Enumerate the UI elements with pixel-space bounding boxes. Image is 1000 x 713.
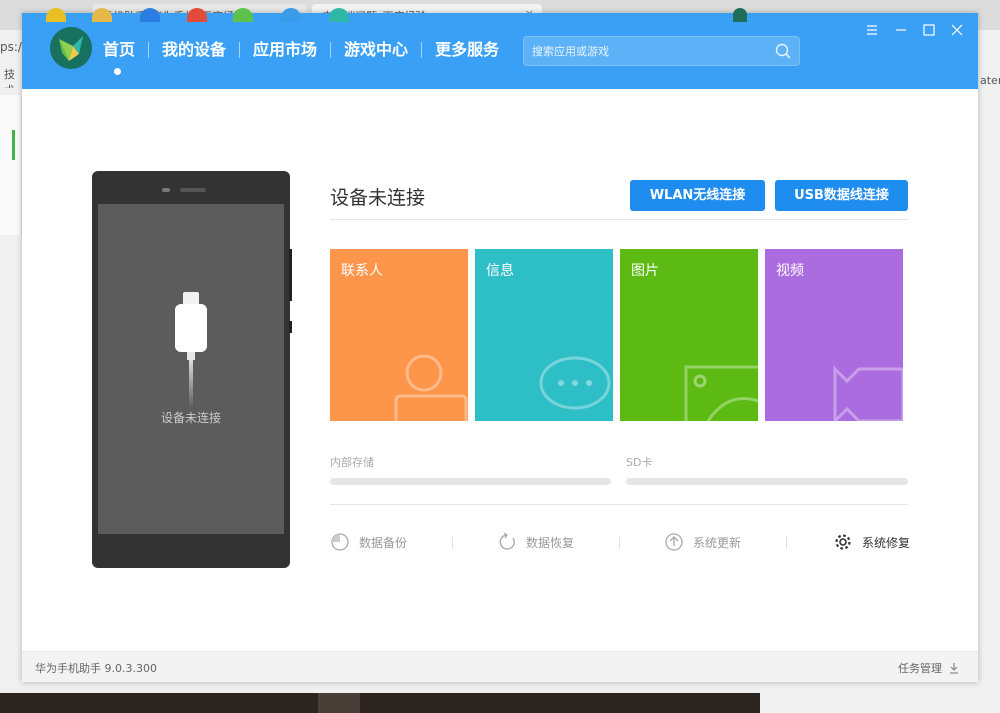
main-nav: 首页 我的设备 应用市场 游戏中心 更多服务 (103, 39, 512, 75)
maximize-icon[interactable] (921, 22, 937, 38)
browser-bookmark[interactable]: 技术 (0, 66, 22, 88)
send-icon[interactable] (281, 8, 301, 22)
tile-messages[interactable]: 信息 (475, 249, 613, 421)
phone-side-button (289, 321, 292, 333)
app-window: 首页 我的设备 应用市场 游戏中心 更多服务 搜索应用或游戏 设备未连接 设备未… (22, 13, 978, 682)
taskbar (0, 693, 760, 713)
background-page-marker (12, 130, 15, 160)
system-update-button[interactable]: 系统更新 (664, 532, 741, 552)
data-backup-button[interactable]: 数据备份 (330, 532, 407, 552)
search-input[interactable] (524, 37, 764, 65)
data-restore-button[interactable]: 数据恢复 (497, 532, 574, 552)
nav-item-label: 更多服务 (435, 40, 500, 59)
nav-item-app-market[interactable]: 应用市场 (240, 39, 330, 61)
app-icon[interactable] (46, 8, 66, 22)
tool-label: 系统修复 (862, 535, 911, 550)
divider (330, 219, 908, 220)
phone-camera (162, 188, 170, 192)
usb-cable-icon (175, 292, 207, 408)
restore-icon (499, 532, 515, 550)
tile-contacts[interactable]: 联系人 (330, 249, 468, 421)
nav-item-label: 游戏中心 (344, 40, 409, 59)
tray-icon[interactable] (733, 8, 747, 22)
usb-connect-button[interactable]: USB数据线连接 (775, 180, 908, 211)
status-bar: 华为手机助手 9.0.3.300 任务管理 (22, 651, 978, 682)
update-icon (665, 533, 683, 551)
nav-item-label: 应用市场 (253, 40, 318, 59)
phone-speaker (180, 188, 206, 192)
tool-divider (786, 537, 787, 549)
message-icon (539, 356, 611, 410)
app-header: 首页 我的设备 应用市场 游戏中心 更多服务 (22, 13, 978, 89)
download-icon (950, 663, 958, 674)
phone-status-text: 设备未连接 (160, 411, 221, 425)
nav-item-label: 我的设备 (162, 40, 227, 59)
tile-label: 视频 (776, 263, 804, 279)
nav-item-more-services[interactable]: 更多服务 (422, 39, 512, 61)
internal-storage-label: 内部存储 (330, 456, 374, 469)
chat-icon[interactable] (233, 8, 253, 22)
minimize-icon[interactable] (893, 22, 909, 38)
app-icon[interactable] (329, 8, 349, 22)
internal-storage-bar (330, 478, 611, 485)
tool-label: 数据备份 (359, 535, 408, 550)
tile-videos[interactable]: 视频 (765, 249, 903, 421)
nav-item-game-center[interactable]: 游戏中心 (331, 39, 421, 61)
video-icon (833, 365, 903, 421)
tile-label: 联系人 (341, 263, 383, 279)
wlan-connect-button[interactable]: WLAN无线连接 (630, 180, 765, 211)
picture-icon (684, 365, 758, 421)
sd-card-label: SD卡 (626, 456, 653, 469)
contacts-icon (394, 354, 468, 421)
active-indicator (114, 68, 121, 75)
tool-label: 数据恢复 (526, 535, 575, 550)
logo-icon (50, 27, 92, 69)
menu-icon[interactable] (864, 22, 880, 38)
tile-pictures[interactable]: 图片 (620, 249, 758, 421)
gear-icon (835, 534, 851, 550)
taskbar-active-app[interactable] (318, 693, 360, 713)
chrome-icon[interactable] (187, 8, 207, 22)
app-icon[interactable] (140, 8, 160, 22)
nav-item-my-device[interactable]: 我的设备 (149, 39, 239, 61)
tile-label: 图片 (631, 263, 659, 279)
task-manager-label: 任务管理 (898, 662, 942, 675)
task-manager-button[interactable]: 任务管理 (898, 660, 960, 676)
backup-icon (331, 533, 349, 551)
search-icon[interactable] (775, 43, 791, 59)
sd-card-bar (626, 478, 908, 485)
tool-divider (619, 537, 620, 549)
nav-item-label: 首页 (103, 40, 136, 59)
background-page-panel (0, 95, 22, 235)
tool-label: 系统更新 (693, 535, 742, 550)
background-page-text: ater (978, 30, 1000, 630)
search-box (523, 36, 800, 66)
background-page-fragment: ater (980, 74, 1000, 87)
device-status-title: 设备未连接 (330, 187, 426, 209)
close-icon[interactable] (949, 22, 965, 38)
phone-side-button (289, 249, 292, 301)
tile-label: 信息 (486, 263, 514, 279)
browser-address-bar[interactable]: ps:/ (0, 30, 22, 66)
app-logo[interactable] (50, 27, 92, 69)
nav-item-home[interactable]: 首页 (103, 39, 148, 75)
phone-illustration: 设备未连接 (92, 171, 292, 568)
folder-icon[interactable] (92, 8, 112, 22)
version-text: 华为手机助手 9.0.3.300 (35, 662, 157, 675)
phone-screen: 设备未连接 (98, 204, 284, 534)
system-repair-button[interactable]: 系统修复 (833, 532, 910, 552)
tool-divider (452, 537, 453, 549)
divider (330, 504, 908, 505)
